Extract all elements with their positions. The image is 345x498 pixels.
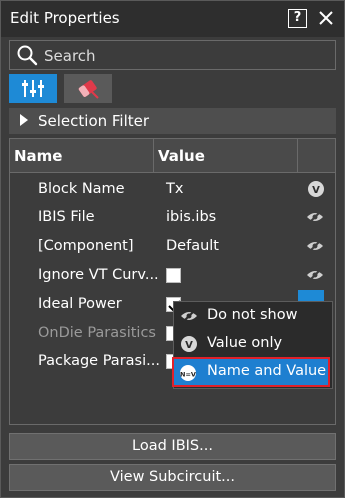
search-icon [17, 45, 38, 66]
svg-text:V: V [185, 340, 193, 351]
search-placeholder: Search [44, 47, 96, 65]
property-name: [Component] [38, 238, 134, 254]
hidden-eye-icon[interactable] [306, 267, 324, 283]
property-value[interactable]: ibis.ibs [166, 209, 216, 225]
hidden-eye-icon[interactable] [306, 209, 324, 225]
menu-item-label: Name and Value [207, 363, 327, 379]
value-only-icon[interactable]: V [307, 180, 325, 198]
property-name: OnDie Parasitics [38, 325, 156, 341]
menu-item-value-only[interactable]: V Value only [174, 330, 332, 357]
filter-settings-button[interactable] [9, 74, 57, 103]
menu-item-label: Do not show [207, 307, 298, 323]
property-value[interactable]: Default [166, 238, 219, 254]
property-checkbox[interactable] [166, 268, 181, 283]
property-name: IBIS File [38, 209, 95, 225]
property-name: Package Parasi... [38, 353, 160, 369]
clear-filter-button[interactable] [64, 74, 112, 103]
expand-arrow-icon [20, 114, 28, 126]
property-name: Ideal Power [38, 296, 122, 312]
svg-text:V: V [312, 185, 320, 196]
svg-text:N=V: N=V [180, 371, 196, 379]
selection-filter-label: Selection Filter [38, 112, 150, 130]
panel-title: Edit Properties [10, 9, 120, 27]
property-value[interactable]: Tx [166, 181, 183, 197]
column-divider[interactable] [297, 139, 298, 173]
value-only-icon: V [181, 336, 197, 352]
hidden-eye-icon [181, 309, 197, 323]
column-divider[interactable] [153, 139, 154, 173]
hidden-eye-icon[interactable] [306, 238, 324, 254]
property-name: Ignore VT Curv... [38, 267, 159, 283]
sliders-icon [22, 80, 44, 97]
help-button[interactable]: ? [288, 9, 307, 28]
load-ibis-button[interactable]: Load IBIS... [9, 433, 336, 460]
property-name: Block Name [38, 181, 125, 197]
eraser-icon [78, 80, 99, 99]
menu-item-do-not-show[interactable]: Do not show [174, 302, 332, 329]
column-header-name[interactable]: Name [14, 147, 62, 165]
close-button[interactable] [316, 7, 336, 29]
column-header-value[interactable]: Value [158, 147, 205, 165]
view-subcircuit-button[interactable]: View Subcircuit... [9, 464, 336, 491]
menu-item-name-and-value[interactable]: N=V Name and Value [172, 357, 330, 387]
close-icon [319, 11, 333, 25]
menu-item-label: Value only [207, 335, 283, 351]
name-value-icon: N=V [180, 365, 196, 381]
